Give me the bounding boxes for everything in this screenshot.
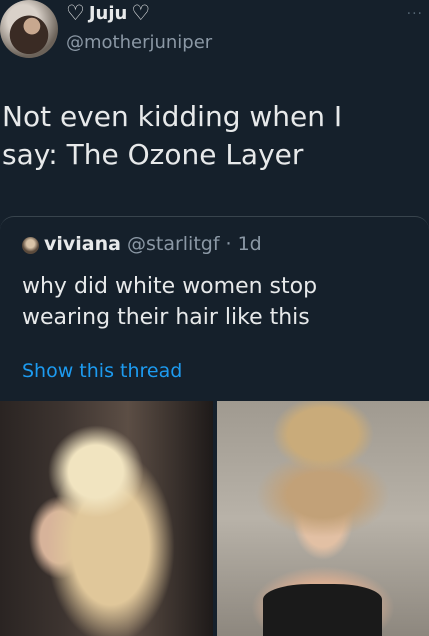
quote-display-name[interactable]: viviana	[44, 233, 121, 255]
display-name[interactable]: Juju	[89, 3, 128, 24]
handle[interactable]: @motherjuniper	[66, 32, 212, 53]
heart-icon: ♡	[131, 3, 150, 24]
photo-grid	[0, 401, 429, 636]
photo-hair-side-view[interactable]	[0, 401, 213, 636]
author-name-row[interactable]: ♡ Juju ♡	[66, 3, 150, 24]
quote-header: viviana @starlitgf · 1d	[44, 233, 262, 255]
quote-handle[interactable]: @starlitgf	[127, 233, 220, 255]
avatar[interactable]	[0, 0, 58, 58]
more-options-icon[interactable]: ···	[407, 6, 423, 22]
quote-text: why did white women stop wearing their h…	[22, 271, 412, 333]
quote-avatar[interactable]	[22, 237, 39, 254]
separator-dot: ·	[226, 233, 232, 255]
heart-icon: ♡	[66, 3, 85, 24]
photo-woman-bouffant[interactable]	[217, 401, 429, 636]
tweet: ♡ Juju ♡ @motherjuniper ··· Not even kid…	[0, 0, 429, 635]
quoted-tweet[interactable]: viviana @starlitgf · 1d why did white wo…	[0, 216, 429, 636]
dress-shape	[263, 584, 382, 636]
tweet-text: Not even kidding when I say: The Ozone L…	[2, 98, 422, 174]
show-thread-link[interactable]: Show this thread	[22, 360, 182, 382]
quote-timestamp[interactable]: 1d	[238, 233, 262, 255]
